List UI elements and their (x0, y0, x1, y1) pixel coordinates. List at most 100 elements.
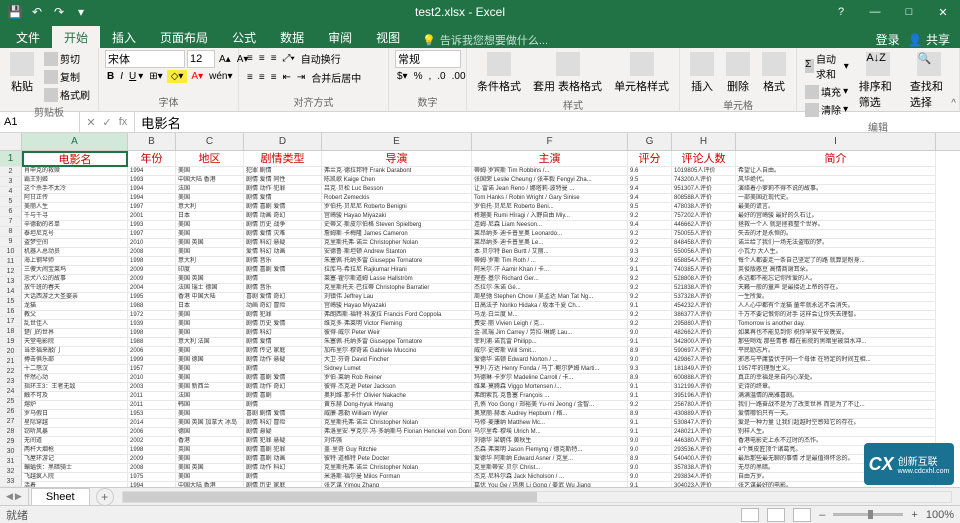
cell[interactable]: 9.2 (628, 257, 672, 266)
cell[interactable]: 两杆大烟枪 (22, 446, 128, 455)
cell[interactable]: 剧情 动作 科幻 (244, 464, 322, 473)
tab-view[interactable]: 视图 (364, 26, 412, 48)
cell[interactable]: 1972 (128, 311, 176, 320)
cell[interactable]: 美国 (176, 329, 244, 338)
cell[interactable]: 美丽人生 (22, 203, 128, 212)
row-header[interactable]: 31 (0, 457, 22, 467)
tab-insert[interactable]: 插入 (100, 26, 148, 48)
cell[interactable]: 连姆·尼森 Liam Neeson... (472, 221, 628, 230)
cell[interactable]: 1999 (128, 356, 176, 365)
row-header[interactable]: 20 (0, 347, 22, 357)
redo-icon[interactable]: ↷ (50, 3, 68, 21)
cell[interactable]: 8.9 (628, 347, 672, 356)
cell[interactable]: 日本 (176, 302, 244, 311)
cell[interactable]: 千万不要记恨你的对手 这样会让你失去理智。 (736, 311, 936, 320)
cell[interactable]: 让·雷诺 Jean Reno / 娜塔莉·波特曼 ... (472, 185, 628, 194)
align-center-button[interactable]: ≡ (257, 69, 267, 86)
row-header[interactable]: 23 (0, 377, 22, 387)
cell[interactable]: 9.2 (628, 212, 672, 221)
scrollbar-thumb[interactable] (123, 492, 537, 502)
cell[interactable]: 剧情 (244, 473, 322, 482)
cell[interactable]: 9.2 (628, 275, 672, 284)
row-header[interactable]: 15 (0, 297, 22, 307)
cell[interactable]: 528808人评价 (672, 275, 736, 284)
cell[interactable]: 香港 (176, 437, 244, 446)
cell[interactable]: 1994 (128, 167, 176, 176)
cell[interactable]: 743200人评价 (672, 176, 736, 185)
cell[interactable]: 朱塞佩·托纳多雷 Giuseppe Tornatore (322, 257, 472, 266)
cell[interactable]: 意大利 (176, 203, 244, 212)
cell[interactable]: 乱世佳人 (22, 320, 128, 329)
cell[interactable]: 521838人评价 (672, 284, 736, 293)
cell[interactable]: 意大利 法国 (176, 338, 244, 347)
cell[interactable]: 喜剧 爱情 奇幻 (244, 293, 322, 302)
cell[interactable]: 天堂电影院 (22, 338, 128, 347)
cell[interactable]: 9.2 (628, 320, 672, 329)
cell[interactable]: 剧情 悬疑 (244, 428, 322, 437)
cell[interactable]: 剧情 历史 战争 (244, 221, 322, 230)
cell[interactable]: 演绎着小萝莉不得不说的故事。 (736, 185, 936, 194)
cell[interactable]: 1998 (128, 446, 176, 455)
cell[interactable]: 2002 (128, 437, 176, 446)
cell[interactable]: 剧情 爱情 (244, 194, 322, 203)
row-header[interactable]: 17 (0, 317, 22, 327)
cell[interactable]: 2014 (128, 419, 176, 428)
cell[interactable]: 9.4 (628, 185, 672, 194)
cell[interactable]: 9.2 (628, 311, 672, 320)
cell[interactable]: 剧情 (244, 275, 322, 284)
cell[interactable]: 怦然心动 (22, 374, 128, 383)
cell[interactable]: 剧情 科幻 冒险 (244, 419, 322, 428)
dec-dec-button[interactable]: .00 (450, 70, 468, 83)
cell[interactable]: 9.3 (628, 365, 672, 374)
cell[interactable]: 剧情 动画 奇幻 (244, 212, 322, 221)
insert-cell-button[interactable]: 插入 (686, 50, 718, 96)
fill-color-button[interactable]: ◇▾ (167, 70, 188, 83)
cell[interactable]: 日高法子 Noriko Hidaka / 坂本千夏 Ch... (472, 302, 628, 311)
row-header[interactable]: 5 (0, 197, 22, 207)
cell[interactable]: 9.1 (628, 338, 672, 347)
tab-review[interactable]: 审阅 (316, 26, 364, 48)
cell[interactable]: 美国 德国 (176, 356, 244, 365)
cell[interactable]: 1997 (128, 203, 176, 212)
cell[interactable]: 爱情哪怕只有一天。 (736, 410, 936, 419)
cell[interactable]: 维克多·弗莱明 Victor Fleming (322, 320, 472, 329)
horizontal-scrollbar[interactable] (122, 491, 952, 503)
cell[interactable]: 星际穿越 (22, 419, 128, 428)
cell[interactable]: 2011 (128, 401, 176, 410)
share-button[interactable]: 👤 共享 (908, 31, 950, 48)
login-button[interactable]: 登录 (876, 31, 900, 48)
cell[interactable]: 小瓦力 大人生。 (736, 248, 936, 257)
cell[interactable]: 1997 (128, 230, 176, 239)
cell[interactable]: 9.2 (628, 293, 672, 302)
cell[interactable]: 446380人评价 (672, 437, 736, 446)
tab-formula[interactable]: 公式 (220, 26, 268, 48)
cell[interactable]: 256780人评价 (672, 401, 736, 410)
cell[interactable]: 放牛班的春天 (22, 284, 128, 293)
cell[interactable]: 951307人评价 (672, 185, 736, 194)
cond-format-button[interactable]: 条件格式 (473, 50, 525, 96)
cell[interactable]: 邪恶与平庸蛰伏于同一个母体 在特定的时间互相... (736, 356, 936, 365)
qat-more-icon[interactable]: ▾ (72, 3, 90, 21)
cell[interactable]: 阿甘正传 (22, 194, 128, 203)
align-bot-button[interactable]: ≡ (269, 50, 279, 67)
row-header[interactable]: 11 (0, 257, 22, 267)
cell[interactable]: 阿米尔·汗 Aamir Khan / 卡... (472, 266, 628, 275)
cell[interactable]: 英国 (176, 446, 244, 455)
cell[interactable]: 罗伯托·贝尼尼 Roberto Beni... (472, 203, 628, 212)
cell[interactable]: 史诗的终章。 (736, 383, 936, 392)
tell-me-search[interactable]: 💡告诉我您想要做什么... (422, 32, 548, 48)
cell[interactable]: 飞屋环游记 (22, 455, 128, 464)
col-header-a[interactable]: A (22, 133, 128, 150)
cell[interactable]: 飞越疯人院 (22, 473, 128, 482)
cell[interactable]: 1939 (128, 320, 176, 329)
cell[interactable]: 肖申克的救赎 (22, 167, 128, 176)
find-select-button[interactable]: 🔍查找和选择 (906, 50, 953, 112)
cell[interactable]: 每个人都要走一条自己坚定了的路 就算是粉身... (736, 257, 936, 266)
cell[interactable]: 香港 中国大陆 (176, 293, 244, 302)
cell[interactable]: 奥利维·那卡什 Olivier Nakache (322, 392, 472, 401)
row-header[interactable]: 26 (0, 407, 22, 417)
cell[interactable]: 8.9 (628, 374, 672, 383)
italic-button[interactable]: I (118, 70, 125, 83)
cell[interactable]: 法国 (176, 392, 244, 401)
cell[interactable]: 剧情 喜剧 动画 (244, 455, 322, 464)
